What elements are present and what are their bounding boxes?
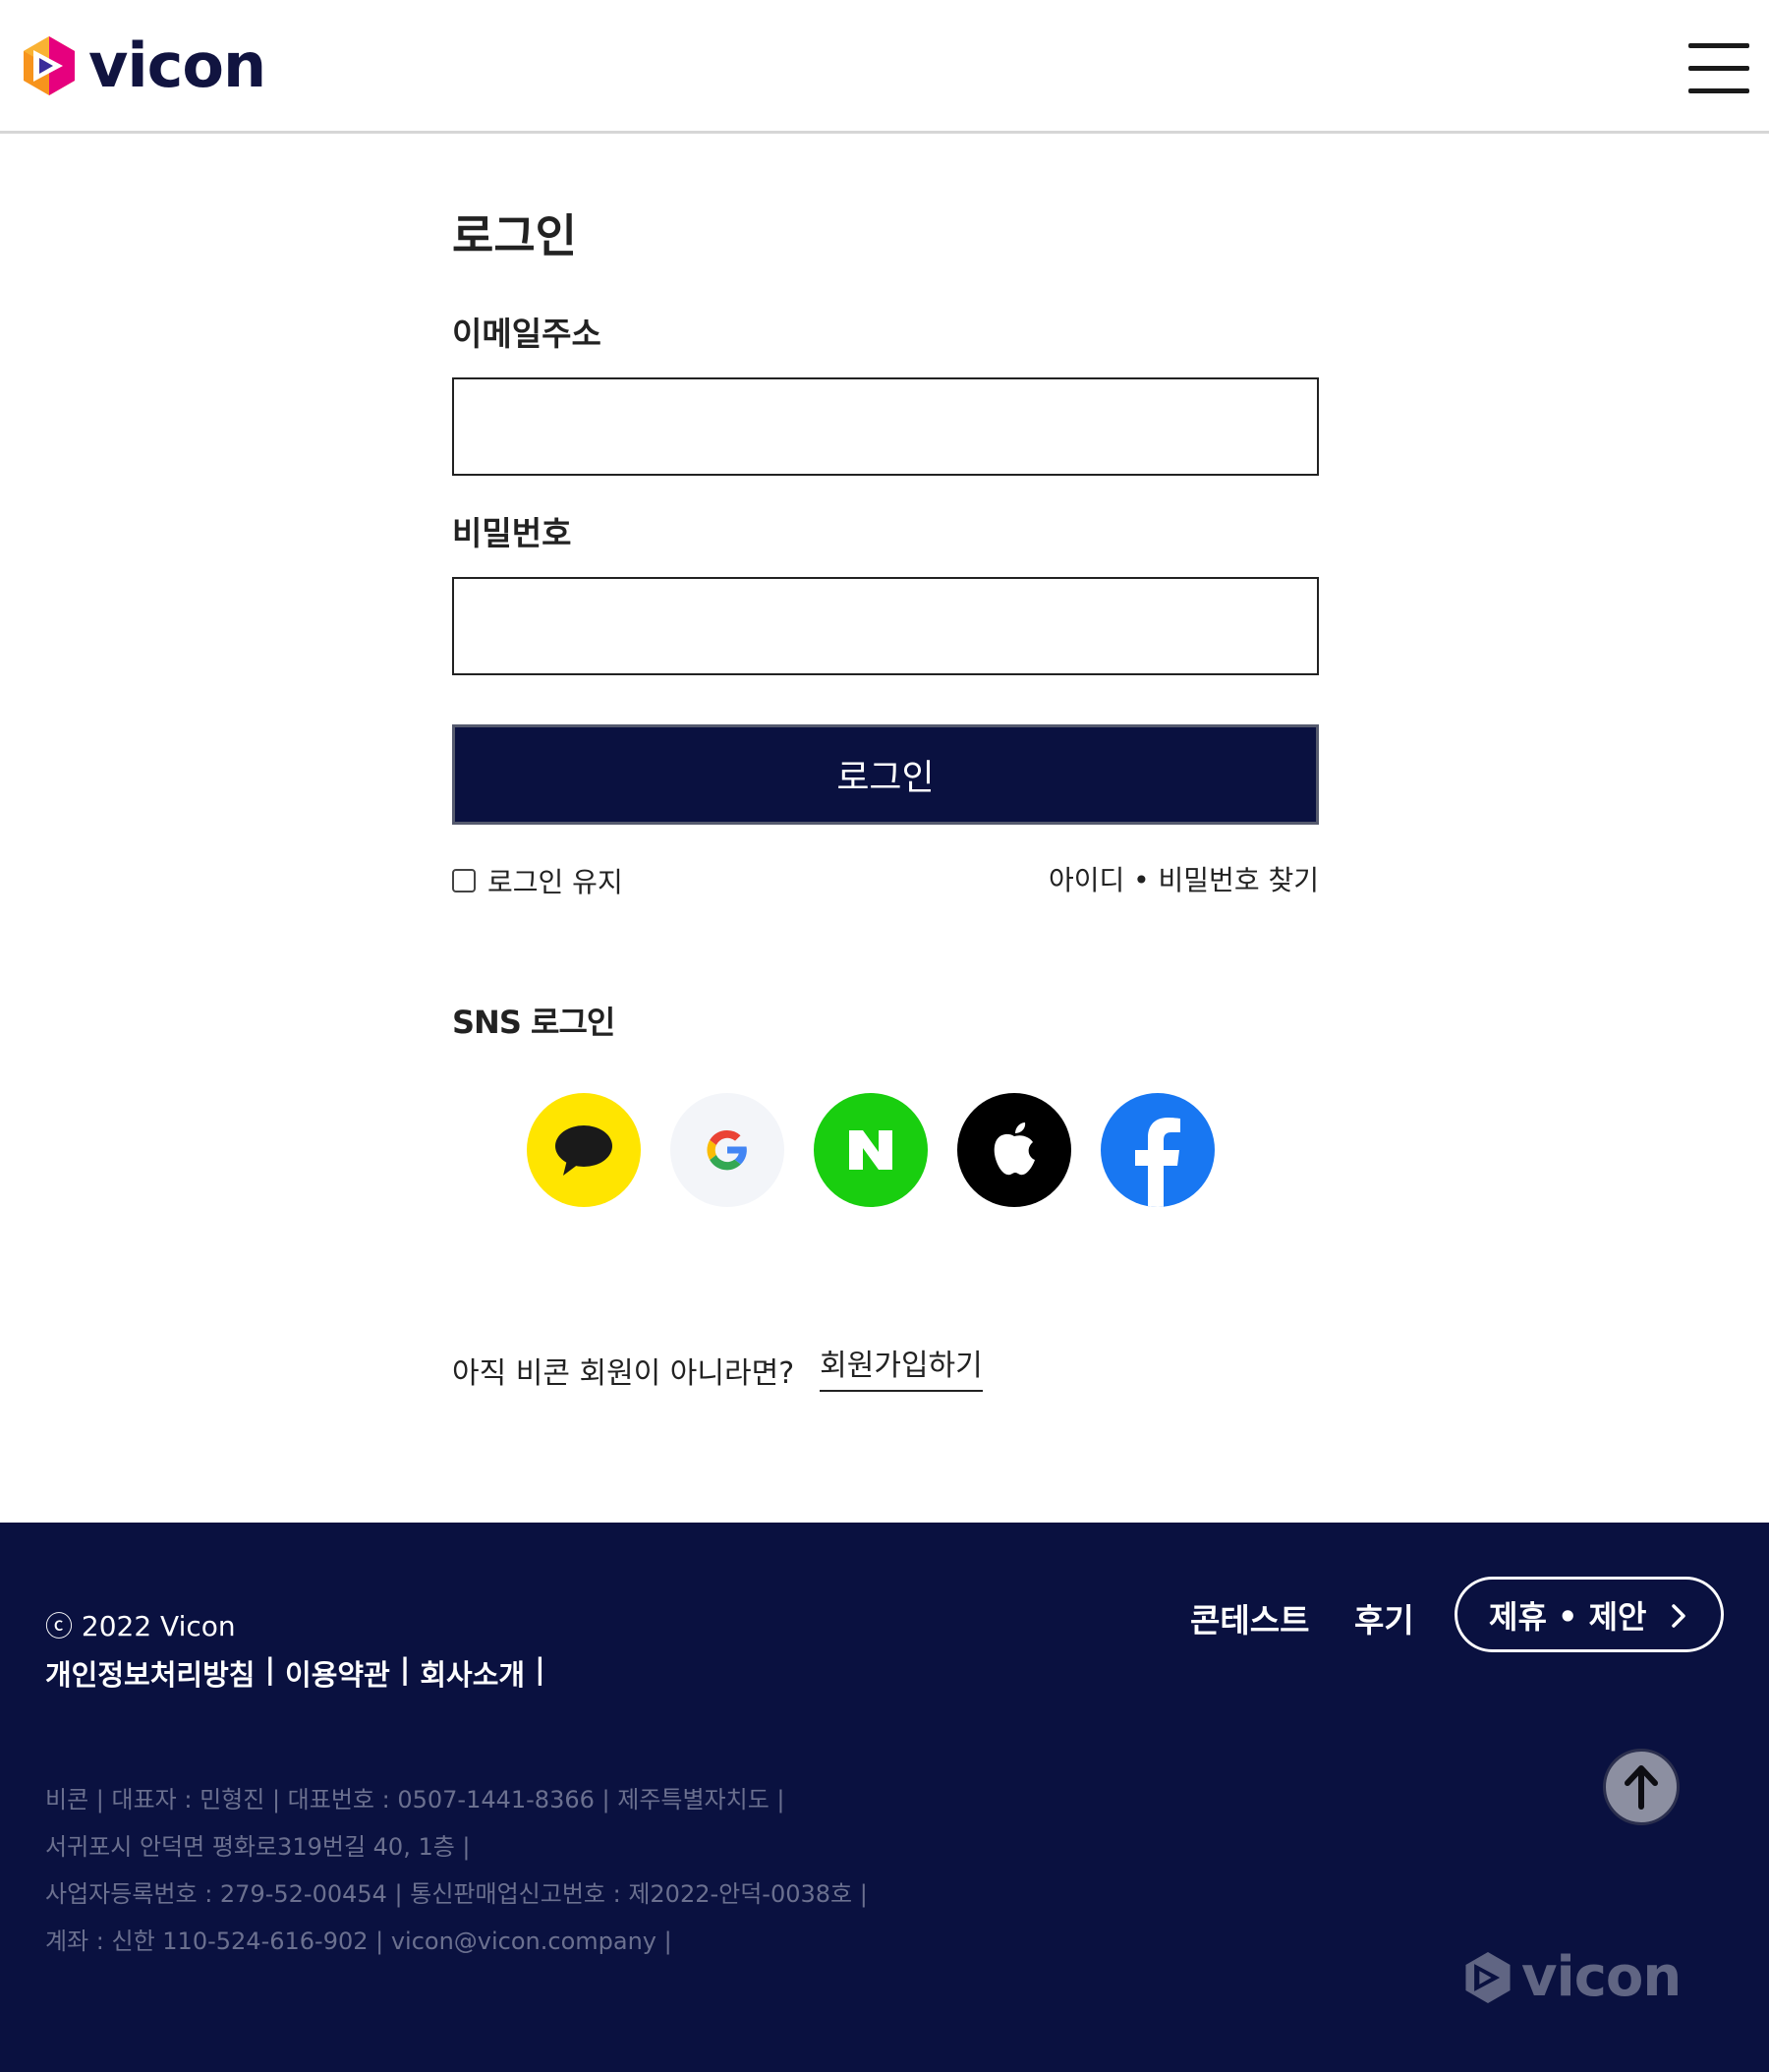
- naver-icon: [849, 1130, 892, 1170]
- footer-logo-text: vicon: [1521, 1945, 1682, 2009]
- hamburger-menu-icon[interactable]: [1688, 43, 1749, 94]
- chevron-right-icon: [1672, 1604, 1685, 1628]
- remember-login-checkbox[interactable]: [452, 869, 476, 892]
- partnership-button[interactable]: 제휴 • 제안: [1455, 1577, 1724, 1652]
- kakao-login-button[interactable]: [527, 1093, 641, 1207]
- remember-login: 로그인 유지: [452, 861, 623, 900]
- footer-nav-review[interactable]: 후기: [1354, 1594, 1414, 1641]
- terms-link[interactable]: 이용약관: [285, 1652, 390, 1694]
- copyright: ⓒ 2022 Vicon: [45, 1610, 236, 1642]
- email-label: 이메일주소: [452, 315, 601, 353]
- sns-login-title: SNS 로그인: [452, 1004, 615, 1041]
- vicon-logo[interactable]: vicon: [20, 29, 266, 101]
- company-info-line: 비콘 | 대표자 : 민형진 | 대표번호 : 0507-1441-8366 |…: [45, 1786, 785, 1813]
- separator: |: [399, 1652, 411, 1686]
- separator: |: [264, 1652, 276, 1686]
- facebook-icon: [1135, 1118, 1180, 1207]
- company-info: 비콘 | 대표자 : 민형진 | 대표번호 : 0507-1441-8366 |…: [45, 1776, 868, 1965]
- sns-login-buttons: [527, 1093, 1215, 1207]
- partnership-label: 제휴 • 제안: [1489, 1597, 1647, 1636]
- page-title: 로그인: [452, 209, 577, 262]
- signup-row: 아직 비콘 회원이 아니라면? 회원가입하기: [452, 1341, 983, 1392]
- logo-text: vicon: [88, 29, 266, 101]
- signup-question: 아직 비콘 회원이 아니라면?: [452, 1356, 795, 1391]
- kakao-icon: [555, 1125, 612, 1176]
- separator: |: [535, 1652, 545, 1686]
- privacy-policy-link[interactable]: 개인정보처리방침: [45, 1652, 255, 1694]
- company-intro-link[interactable]: 회사소개: [420, 1652, 525, 1694]
- apple-icon: [994, 1122, 1035, 1176]
- remember-login-label[interactable]: 로그인 유지: [487, 861, 623, 900]
- vicon-logo-icon: [24, 36, 75, 95]
- site-header: vicon: [0, 0, 1769, 134]
- arrow-up-icon: [1625, 1765, 1658, 1810]
- signup-link[interactable]: 회원가입하기: [820, 1341, 983, 1392]
- scroll-to-top-button[interactable]: [1603, 1749, 1680, 1825]
- password-label: 비밀번호: [452, 514, 572, 552]
- naver-login-button[interactable]: [814, 1093, 928, 1207]
- find-id-password-link[interactable]: 아이디 • 비밀번호 찾기: [1049, 859, 1319, 898]
- site-footer: ⓒ 2022 Vicon 개인정보처리방침 | 이용약관 | 회사소개 | 콘테…: [0, 1523, 1769, 2072]
- company-info-line: 계좌 : 신한 110-524-616-902 | vicon@vicon.co…: [45, 1928, 672, 1955]
- login-button[interactable]: 로그인: [452, 724, 1319, 825]
- google-icon: [707, 1129, 747, 1171]
- apple-login-button[interactable]: [957, 1093, 1071, 1207]
- facebook-login-button[interactable]: [1101, 1093, 1215, 1207]
- footer-logo: vicon: [1462, 1945, 1682, 2009]
- password-input[interactable]: [452, 577, 1319, 675]
- footer-nav-contest[interactable]: 콘테스트: [1190, 1594, 1309, 1641]
- company-info-line: 사업자등록번호 : 279-52-00454 | 통신판매업신고번호 : 제20…: [45, 1880, 868, 1908]
- vicon-logo-icon: [1465, 1952, 1511, 2003]
- policy-links: 개인정보처리방침 | 이용약관 | 회사소개 |: [45, 1652, 545, 1694]
- company-info-line: 서귀포시 안덕면 평화로319번길 40, 1층 |: [45, 1833, 471, 1861]
- email-input[interactable]: [452, 377, 1319, 476]
- google-login-button[interactable]: [670, 1093, 784, 1207]
